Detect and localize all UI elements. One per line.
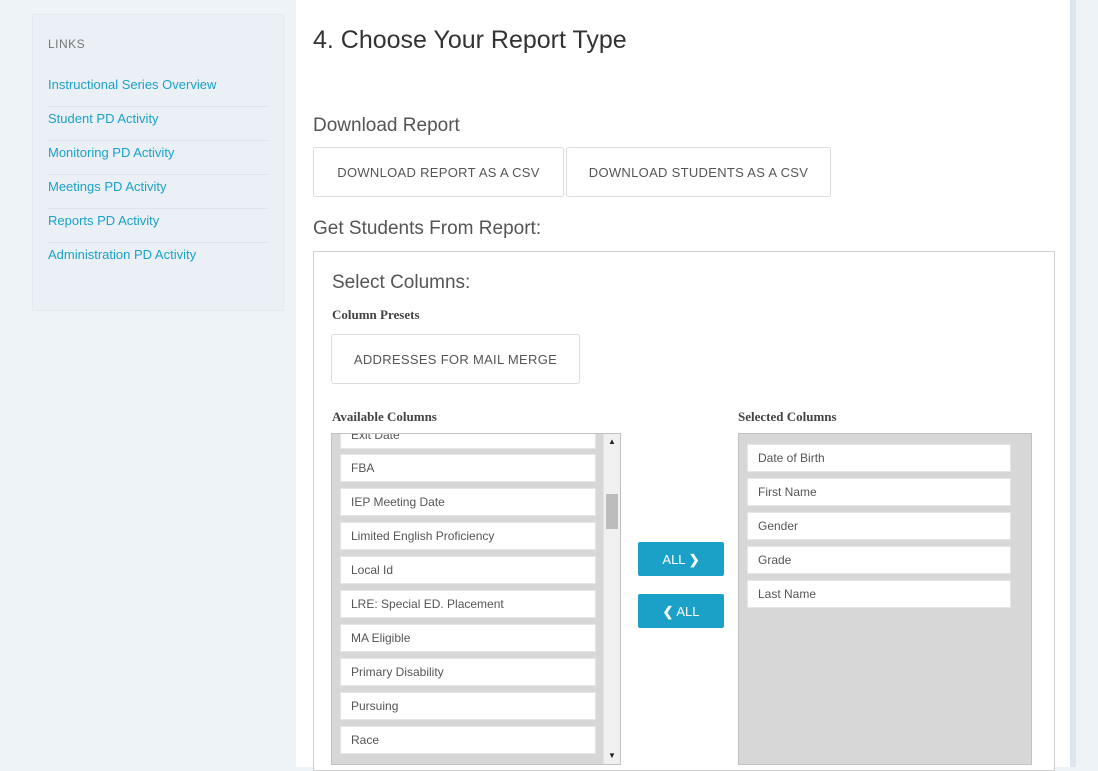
sidebar-link-meetings-pd-activity[interactable]: Meetings PD Activity (48, 175, 268, 209)
available-column-item[interactable]: Local Id (340, 556, 596, 584)
sidebar-link-administration-pd-activity[interactable]: Administration PD Activity (48, 243, 268, 277)
scroll-thumb[interactable] (606, 494, 618, 529)
selected-column-item[interactable]: Grade (747, 546, 1011, 574)
add-all-columns-button[interactable]: ALL ❯ (638, 542, 724, 576)
sidebar-link-monitoring-pd-activity[interactable]: Monitoring PD Activity (48, 141, 268, 175)
scroll-up-icon[interactable]: ▲ (604, 434, 620, 450)
download-report-heading: Download Report (313, 115, 460, 136)
available-column-item[interactable]: IEP Meeting Date (340, 488, 596, 516)
download-report-csv-button[interactable]: DOWNLOAD REPORT AS A CSV (313, 147, 564, 197)
chevron-left-icon: ❮ (662, 604, 674, 619)
available-column-item[interactable]: LRE: Special ED. Placement (340, 590, 596, 618)
remove-all-label: ALL (676, 604, 700, 619)
main-panel: 4. Choose Your Report Type Download Repo… (296, 0, 1070, 771)
selected-column-item[interactable]: Date of Birth (747, 444, 1011, 472)
chevron-right-icon: ❯ (688, 552, 700, 567)
sidebar-links: Instructional Series Overview Student PD… (33, 73, 283, 277)
selected-column-item[interactable]: Last Name (747, 580, 1011, 608)
sidebar: LINKS Instructional Series Overview Stud… (32, 14, 284, 311)
get-students-heading: Get Students From Report: (313, 218, 542, 239)
available-list-scrollbar[interactable]: ▲ ▼ (603, 434, 620, 764)
selected-columns-label: Selected Columns (738, 409, 837, 424)
download-students-csv-button[interactable]: DOWNLOAD STUDENTS AS A CSV (566, 147, 831, 197)
scroll-down-icon[interactable]: ▼ (604, 748, 620, 764)
available-columns-label: Available Columns (332, 409, 437, 424)
selected-column-item[interactable]: Gender (747, 512, 1011, 540)
page-edge (1070, 0, 1076, 767)
selected-column-item[interactable]: First Name (747, 478, 1011, 506)
available-column-item[interactable]: MA Eligible (340, 624, 596, 652)
select-columns-panel: Select Columns: Column Presets ADDRESSES… (313, 251, 1055, 771)
available-columns-list[interactable]: Exit Date FBA IEP Meeting Date Limited E… (331, 433, 621, 765)
available-column-item[interactable]: Limited English Proficiency (340, 522, 596, 550)
available-column-item[interactable]: FBA (340, 454, 596, 482)
available-column-item[interactable]: Race (340, 726, 596, 754)
selected-columns-list[interactable]: Date of Birth First Name Gender Grade La… (738, 433, 1032, 765)
select-columns-title: Select Columns: (332, 272, 471, 293)
add-all-label: ALL (662, 552, 686, 567)
column-presets-label: Column Presets (332, 307, 420, 322)
available-column-item[interactable]: Pursuing (340, 692, 596, 720)
sidebar-link-student-pd-activity[interactable]: Student PD Activity (48, 107, 268, 141)
available-column-item[interactable]: Primary Disability (340, 658, 596, 686)
sidebar-link-reports-pd-activity[interactable]: Reports PD Activity (48, 209, 268, 243)
remove-all-columns-button[interactable]: ❮ ALL (638, 594, 724, 628)
page-title: 4. Choose Your Report Type (313, 26, 627, 54)
sidebar-link-instructional-series-overview[interactable]: Instructional Series Overview (48, 73, 268, 107)
sidebar-title: LINKS (48, 37, 86, 51)
preset-addresses-mail-merge-button[interactable]: ADDRESSES FOR MAIL MERGE (331, 334, 580, 384)
available-column-item[interactable]: Exit Date (340, 434, 596, 449)
